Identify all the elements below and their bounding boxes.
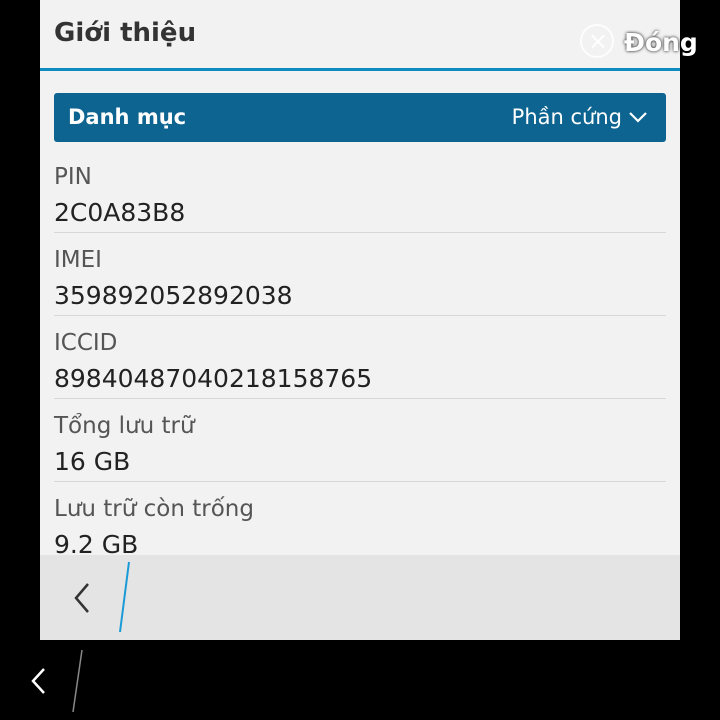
system-divider	[72, 649, 83, 713]
item-value: 359892052892038	[54, 281, 293, 310]
list-item-pin: PIN 2C0A83B8	[54, 150, 666, 233]
chevron-down-icon	[629, 112, 647, 123]
info-list: PIN 2C0A83B8 IMEI 359892052892038 ICCID …	[40, 150, 680, 555]
title-divider	[40, 68, 680, 71]
item-label: Lưu trữ còn trống	[54, 496, 254, 522]
item-label: PIN	[54, 164, 92, 190]
item-value: 2C0A83B8	[54, 198, 186, 227]
list-item-total-storage: Tổng lưu trữ 16 GB	[54, 399, 666, 482]
action-bar-divider	[119, 561, 130, 633]
system-back-icon[interactable]	[28, 664, 52, 698]
action-bar	[40, 555, 680, 640]
category-dropdown[interactable]: Danh mục Phần cứng	[54, 93, 666, 142]
list-item-imei: IMEI 359892052892038	[54, 233, 666, 316]
item-value: 89840487040218158765	[54, 364, 373, 393]
list-item-free-storage: Lưu trữ còn trống 9.2 GB	[54, 482, 666, 555]
item-label: IMEI	[54, 247, 102, 273]
item-value: 16 GB	[54, 447, 131, 476]
item-label: ICCID	[54, 330, 118, 356]
page-title: Giới thiệu	[54, 18, 197, 48]
category-label: Danh mục	[68, 105, 187, 129]
about-screen: Giới thiệu Danh mục Phần cứng PIN 2C0A83…	[40, 0, 680, 640]
item-value: 9.2 GB	[54, 530, 139, 555]
item-label: Tổng lưu trữ	[54, 413, 195, 439]
close-icon	[580, 24, 614, 58]
back-button[interactable]	[68, 578, 100, 618]
category-value: Phần cứng	[511, 105, 622, 129]
close-label: Đóng	[624, 28, 698, 57]
list-item-iccid: ICCID 89840487040218158765	[54, 316, 666, 399]
